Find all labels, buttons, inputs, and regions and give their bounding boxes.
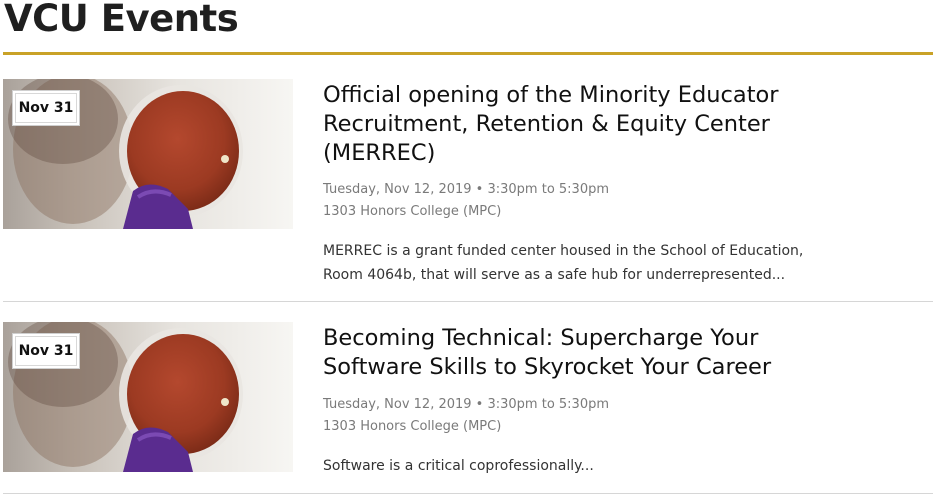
event-item: Nov 31 Official opening of the Minority … [3, 79, 933, 302]
event-image[interactable]: Nov 31 [3, 322, 293, 472]
page-title: VCU Events [4, 0, 239, 40]
event-image[interactable]: Nov 31 [3, 79, 293, 229]
date-badge: Nov 31 [15, 336, 77, 366]
date-badge: Nov 31 [15, 93, 77, 123]
title-underline [3, 52, 933, 55]
event-datetime: Tuesday, Nov 12, 2019 • 3:30pm to 5:30pm [323, 397, 610, 412]
event-title[interactable]: Becoming Technical: Supercharge Your Sof… [323, 324, 823, 382]
event-divider [3, 301, 933, 302]
event-title[interactable]: Official opening of the Minority Educato… [323, 81, 823, 168]
event-datetime: Tuesday, Nov 12, 2019 • 3:30pm to 5:30pm [323, 182, 610, 197]
event-location: 1303 Honors College (MPC) [323, 204, 502, 219]
event-location: 1303 Honors College (MPC) [323, 419, 502, 434]
event-description: Software is a critical coprofessionally.… [323, 458, 594, 474]
event-divider [3, 493, 933, 494]
event-item: Nov 31 Becoming Technical: Supercharge Y… [3, 322, 933, 494]
event-description: MERREC is a grant funded center housed i… [323, 243, 804, 283]
